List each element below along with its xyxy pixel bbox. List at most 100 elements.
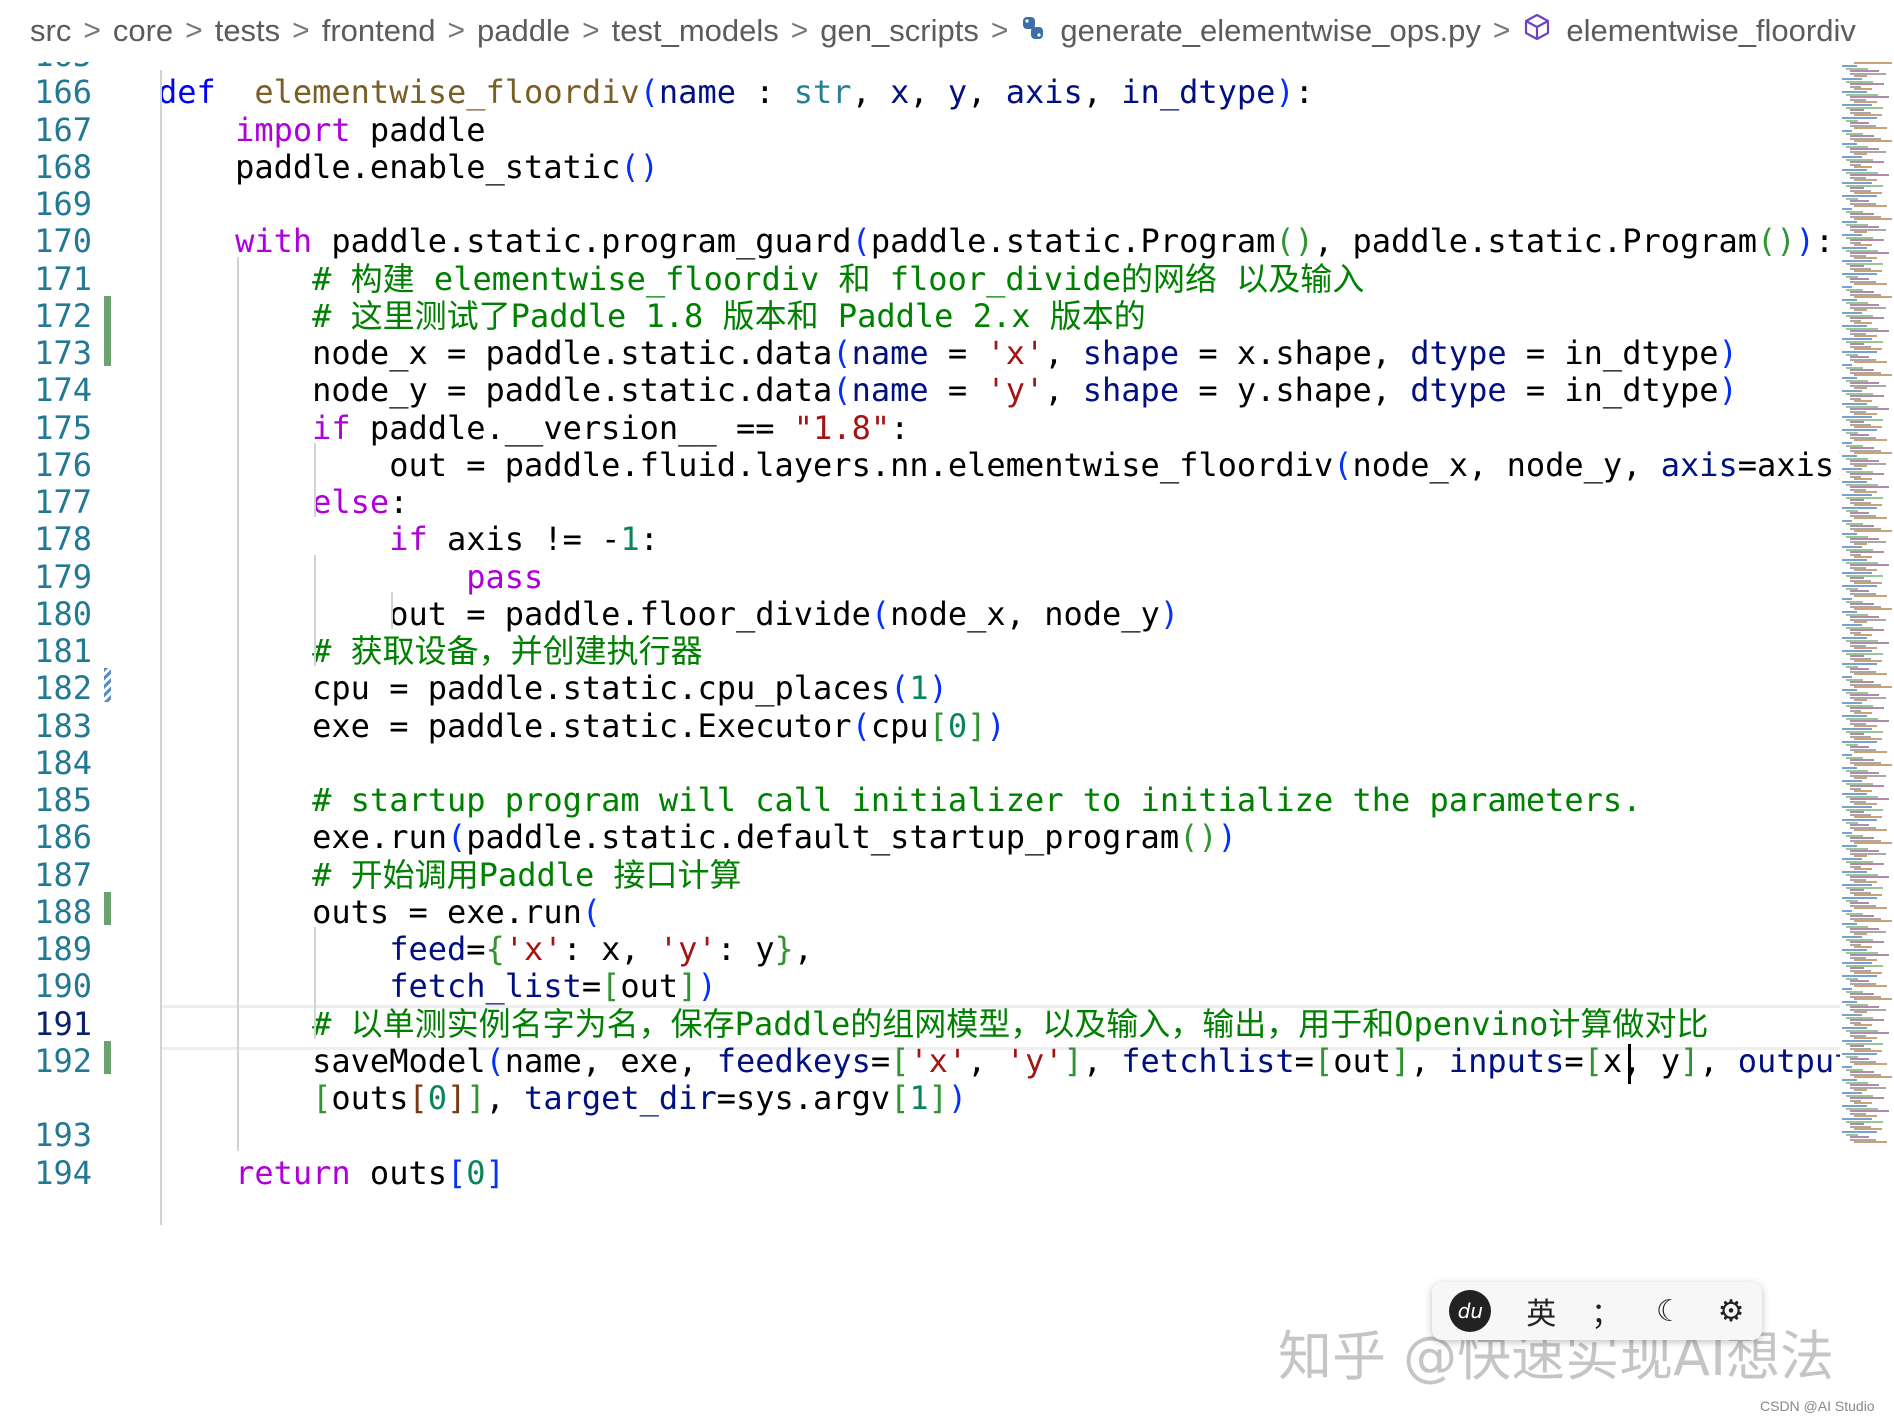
breadcrumb-separator-icon: > [1492, 14, 1511, 47]
code-token: ] [967, 706, 987, 745]
ime-language-toggle[interactable]: 英 [1526, 1289, 1556, 1333]
code-token: "1.8" [793, 408, 891, 447]
code-token: paddle.static.Program [870, 222, 1276, 261]
breadcrumb-separator-icon: > [990, 14, 1009, 47]
breadcrumb-file[interactable]: generate_elementwise_ops.py [1060, 13, 1481, 49]
code-token: ) [1718, 371, 1738, 410]
code-token: inputs [1448, 1041, 1565, 1080]
breadcrumb-separator-icon: > [582, 14, 600, 47]
breadcrumb-item-src[interactable]: src [30, 13, 71, 49]
code-token: 1 [909, 1079, 929, 1117]
code-token: , [793, 930, 814, 968]
code-line[interactable]: 194 return outs[0] [0, 1151, 1840, 1196]
code-token: exe.run [158, 818, 447, 857]
code-token: , [851, 73, 891, 112]
code-token: ] [1391, 1041, 1411, 1080]
code-token: =axis [1737, 445, 1835, 484]
code-token: feedkeys [716, 1041, 871, 1080]
breadcrumb-item-gen-scripts[interactable]: gen_scripts [820, 13, 979, 49]
code-token: ( [890, 669, 910, 708]
breadcrumb-symbol[interactable]: elementwise_floordiv [1566, 13, 1855, 49]
moon-icon[interactable]: ☾ [1656, 1294, 1683, 1329]
text-caret [1628, 1043, 1631, 1084]
minimap-line [1854, 517, 1887, 520]
breadcrumb-separator-icon: > [185, 14, 203, 47]
ime-logo-icon[interactable]: du [1449, 1290, 1492, 1332]
ime-toolbar[interactable]: du 英 ； ☾ ⚙ [1432, 1282, 1762, 1340]
gear-icon[interactable]: ⚙ [1718, 1294, 1745, 1329]
line-number: 194 [34, 1153, 92, 1192]
code-token: target_dir [524, 1079, 717, 1117]
code-token: = in_dtype [1506, 371, 1719, 410]
code-token: ) [1159, 594, 1180, 633]
code-token: : [389, 483, 409, 521]
minimap-line [1854, 998, 1892, 1001]
breadcrumb-item-paddle[interactable]: paddle [477, 13, 570, 49]
code-token: node_y = paddle.static.data [158, 371, 833, 410]
code-token: , [1044, 334, 1083, 372]
minimap-line [1854, 296, 1892, 299]
code-token: node_x = paddle.static.data [158, 334, 833, 372]
code-token: import [235, 110, 351, 149]
code-token: outs [331, 1079, 409, 1117]
minimap-line [1854, 985, 1887, 988]
code-token: out [1333, 1041, 1391, 1080]
code-text[interactable]: return outs[0] [158, 1151, 505, 1196]
code-token: paddle.__version__ == [350, 408, 794, 447]
minimap-line [1854, 140, 1892, 143]
code-token: 'x' [986, 334, 1045, 372]
code-token: # 开始调用Paddle 接口计算 [312, 855, 742, 894]
code-token: ] [1063, 1041, 1083, 1080]
code-token: () [1757, 222, 1796, 261]
breadcrumb-item-core[interactable]: core [113, 13, 173, 49]
code-token: [ [928, 706, 948, 745]
code-token: name [658, 73, 736, 112]
code-token: : [639, 520, 659, 559]
code-token: = y.shape, [1179, 371, 1411, 410]
code-token: in_dtype [1121, 73, 1276, 112]
indent-guide [314, 442, 316, 518]
minimap-line [1854, 361, 1887, 364]
indent-guide [314, 927, 316, 1039]
minimap-line [1854, 907, 1887, 910]
breadcrumb-item-tests[interactable]: tests [215, 13, 280, 49]
code-token: , [967, 1041, 1006, 1080]
code-token: , [967, 73, 1006, 112]
code-token: : x, [562, 930, 659, 968]
indent-guide [160, 70, 162, 1225]
code-token: 'y' [986, 371, 1045, 410]
code-token: ( [485, 1041, 505, 1080]
code-token: x, y [1602, 1041, 1680, 1080]
code-token: = [466, 930, 486, 968]
code-token: # 以单测实例名字为名，保存Paddle的组网模型，以及输入，输出，用于和Ope… [312, 1004, 1709, 1043]
code-token: else [312, 483, 390, 521]
code-token: : [1814, 222, 1835, 261]
code-token: () [620, 147, 659, 186]
code-token: , paddle.static.Program [1313, 222, 1758, 261]
breadcrumb-item-test-models[interactable]: test_models [612, 13, 779, 49]
code-token: saveModel [158, 1041, 486, 1080]
code-token: # startup program will call initializer … [312, 781, 1642, 819]
code-token: : y [716, 930, 775, 968]
code-token: 0 [466, 1153, 486, 1192]
code-token: ) [947, 1079, 968, 1117]
code-token: paddle [350, 110, 486, 149]
minimap[interactable] [1840, 48, 1894, 1424]
breadcrumb-item-frontend[interactable]: frontend [322, 13, 436, 49]
code-editor[interactable]: 165166def elementwise_floordiv(name : st… [0, 48, 1840, 1424]
ime-punctuation-toggle[interactable]: ； [1591, 1289, 1621, 1333]
code-token: y [947, 73, 968, 112]
code-token: paddle.static.default_startup_program [466, 818, 1180, 857]
code-token: str [793, 73, 852, 112]
gutter-modified-marker [104, 668, 111, 702]
breadcrumb-separator-icon: > [292, 14, 310, 47]
code-token: ( [870, 594, 891, 633]
gutter-modified-marker [104, 295, 111, 367]
minimap-line [1854, 218, 1892, 221]
code-token: = [870, 1041, 891, 1080]
code-token: # 获取设备，并创建执行器 [312, 632, 703, 670]
